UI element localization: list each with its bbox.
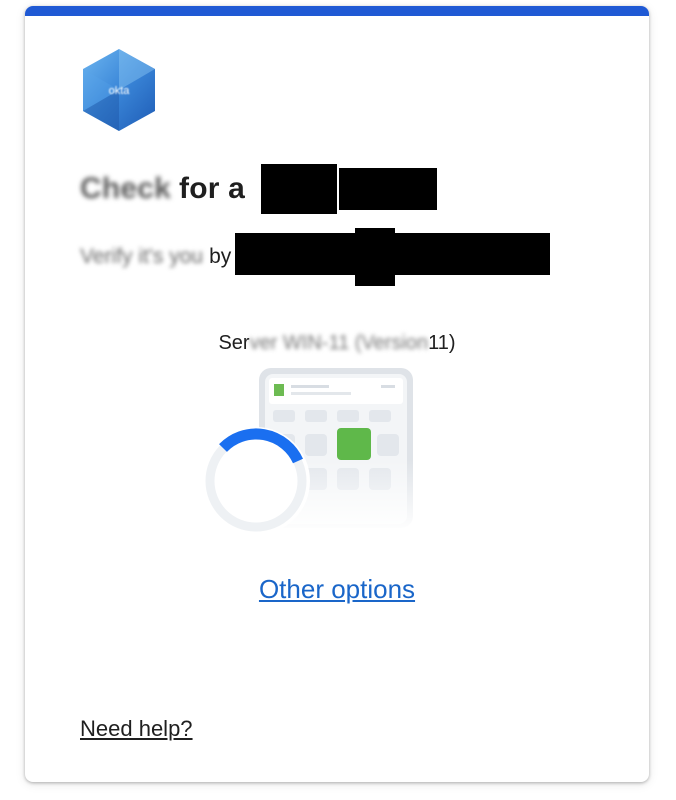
server-suffix: 11) bbox=[428, 332, 456, 354]
title-obscured-text: Check bbox=[80, 172, 172, 205]
other-options-link[interactable]: Other options bbox=[25, 574, 649, 605]
redaction-area bbox=[235, 228, 551, 286]
redaction-box bbox=[355, 228, 396, 286]
hexagon-logo-icon: okta bbox=[83, 49, 155, 131]
page-title: Check for a bbox=[80, 163, 438, 215]
loading-spinner-icon bbox=[202, 427, 310, 535]
push-notification-illustration bbox=[202, 368, 417, 535]
redaction-box bbox=[261, 164, 338, 214]
server-obscured-text: ver WIN-11 (Version bbox=[249, 332, 429, 354]
page-subtitle: Verify it's you by bbox=[80, 228, 551, 286]
need-help-link[interactable]: Need help? bbox=[80, 716, 193, 742]
accent-bar bbox=[25, 6, 649, 16]
verification-card: okta Check for a Verify it's you by Serv… bbox=[25, 6, 649, 782]
server-info: Server WIN-11 (Version11) bbox=[25, 332, 649, 355]
title-visible-text: for a bbox=[179, 172, 246, 205]
redaction-box bbox=[339, 168, 438, 210]
server-prefix: Ser bbox=[218, 332, 250, 354]
logo-label: okta bbox=[109, 85, 131, 97]
subtitle-obscured-text: Verify it's you bbox=[80, 245, 204, 268]
subtitle-visible-text: by bbox=[209, 245, 232, 268]
